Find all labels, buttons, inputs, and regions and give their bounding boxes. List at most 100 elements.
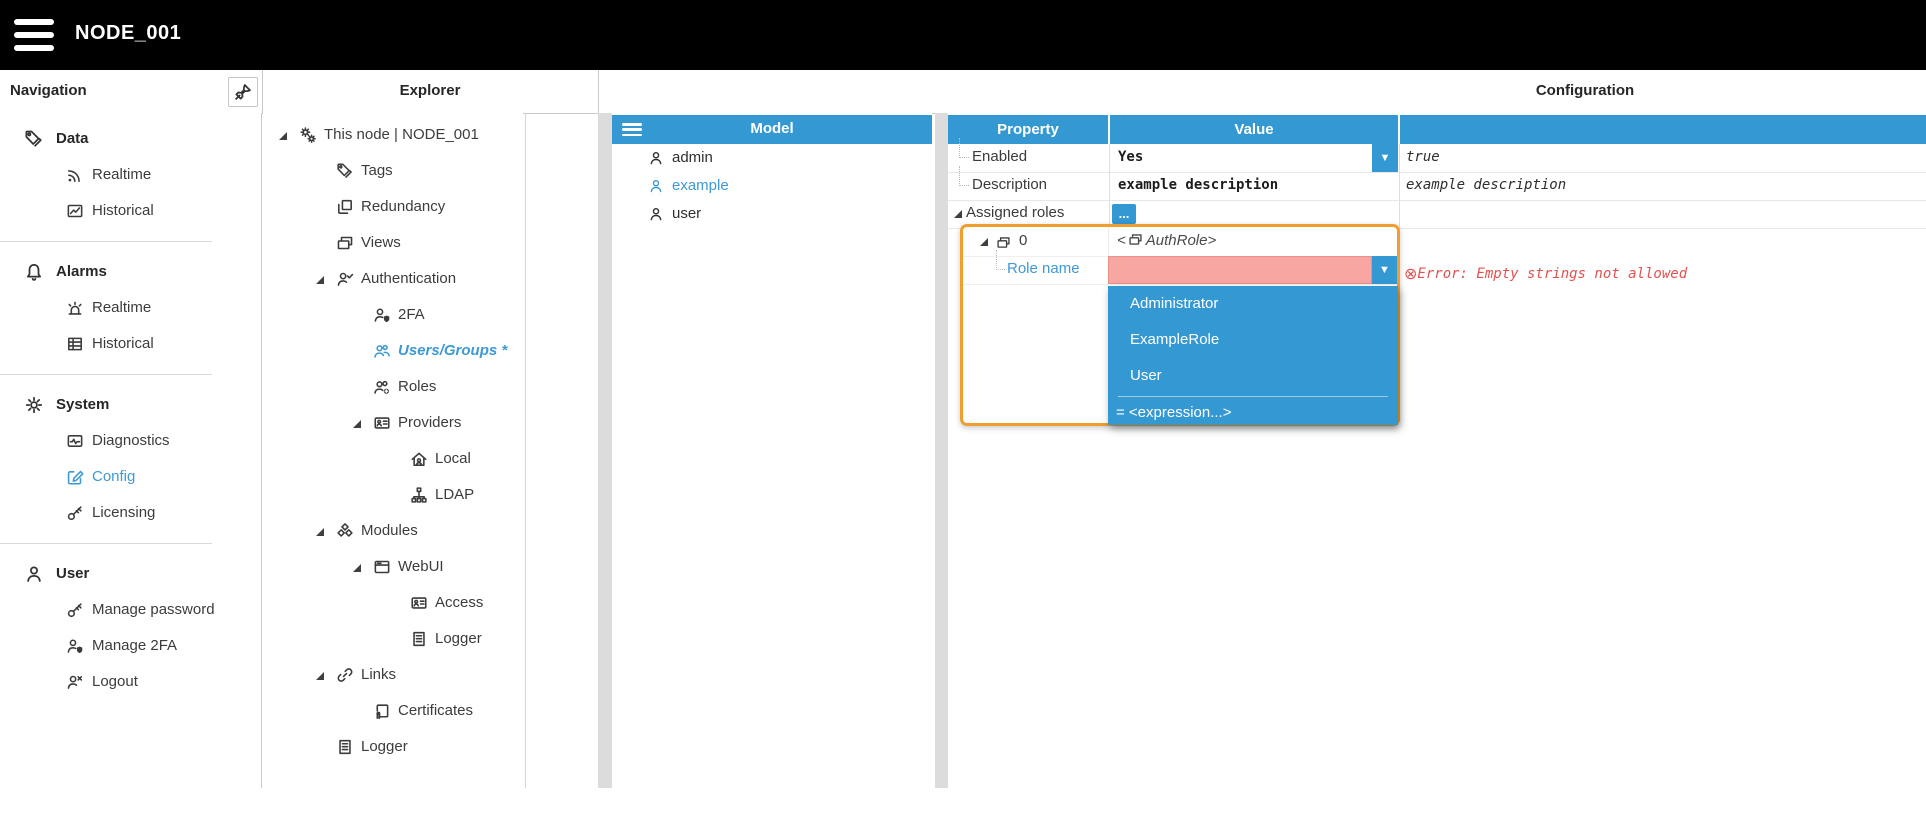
explorer-splitter[interactable] <box>598 113 612 788</box>
tree-guide <box>959 166 969 186</box>
tree-item-local[interactable]: Local <box>263 441 523 477</box>
tree-item-certificates[interactable]: Certificates <box>263 693 523 729</box>
nav-item-config[interactable]: Config <box>0 459 261 495</box>
tree-item-logger[interactable]: Logger <box>263 729 523 765</box>
model-panel-title: Model <box>750 120 794 137</box>
hierarchy-icon <box>410 486 428 504</box>
column-divider <box>1399 144 1400 228</box>
property-column-header: Property <box>948 115 1108 144</box>
tree-item-links[interactable]: Links <box>263 657 523 693</box>
value-dropdown-button[interactable]: ▼ <box>1372 144 1398 172</box>
nav-group-user: User <box>0 556 261 592</box>
model-item-user[interactable]: user <box>612 200 932 228</box>
person-icon <box>648 206 664 222</box>
column-divider <box>1109 144 1110 228</box>
gear-icon <box>24 395 44 415</box>
tree-item-users-groups-[interactable]: Users/Groups * <box>263 333 523 369</box>
role-name-input[interactable] <box>1108 256 1372 284</box>
nav-item-historical[interactable]: Historical <box>0 326 261 362</box>
gears2-icon <box>299 126 317 144</box>
preview-cell: example description <box>1406 177 1567 193</box>
roles-icon <box>373 378 391 396</box>
navigation-panel-title: Navigation <box>10 82 87 99</box>
explorer-panel-title: Explorer <box>399 82 461 99</box>
pin-button[interactable] <box>228 77 258 107</box>
nav-item-manage-2fa[interactable]: Manage 2FA <box>0 628 261 664</box>
assigned-roles-more-button[interactable]: ... <box>1112 204 1136 224</box>
tags-icon <box>336 162 354 180</box>
person-shield-icon <box>66 637 84 655</box>
configuration-panel-title: Configuration <box>1535 82 1635 99</box>
tree-item-this-node-node-001[interactable]: This node | NODE_001 <box>263 117 523 153</box>
tree-item-ldap[interactable]: LDAP <box>263 477 523 513</box>
dropdown-item-examplerole[interactable]: ExampleRole <box>1108 322 1398 358</box>
rss-icon <box>66 166 84 184</box>
nav-item-historical[interactable]: Historical <box>0 193 261 229</box>
role-dropdown: Administrator ExampleRole User = <expressi… <box>1108 286 1398 425</box>
tree-item-redundancy[interactable]: Redundancy <box>263 189 523 225</box>
model-item-example[interactable]: example <box>612 172 932 200</box>
dropdown-item-administrator[interactable]: Administrator <box>1108 286 1398 322</box>
person-check-icon <box>336 270 354 288</box>
tree-item-access[interactable]: Access <box>263 585 523 621</box>
nav-item-diagnostics[interactable]: Diagnostics <box>0 423 261 459</box>
tree-item-modules[interactable]: Modules <box>263 513 523 549</box>
tree-item-providers[interactable]: Providers <box>263 405 523 441</box>
dropdown-item-user[interactable]: User <box>1108 358 1398 394</box>
grid-icon <box>66 335 84 353</box>
value-column-header: Value <box>1110 115 1398 144</box>
model-panel: Model admin example user <box>612 113 932 788</box>
bell-icon <box>24 262 44 282</box>
tree-item-roles[interactable]: Roles <box>263 369 523 405</box>
role-index-row[interactable]: 0 < AuthRole> <box>963 228 1397 257</box>
preview-cell: true <box>1406 149 1440 165</box>
header-divider <box>262 70 263 113</box>
nav-group-system: System <box>0 387 261 423</box>
nav-divider <box>0 531 261 556</box>
value-cell[interactable]: Yes ▼ <box>1110 144 1398 172</box>
model-list: admin example user <box>612 144 932 228</box>
role-name-dropdown-button[interactable]: ▼ <box>1372 256 1397 284</box>
nav-item-realtime[interactable]: Realtime <box>0 290 261 326</box>
link-icon <box>336 666 354 684</box>
nav-item-manage-password[interactable]: Manage password <box>0 592 261 628</box>
expand-triangle-icon[interactable] <box>980 238 988 246</box>
expand-triangle-icon[interactable] <box>316 528 324 536</box>
menu-icon[interactable] <box>14 19 54 52</box>
expand-triangle-icon[interactable] <box>954 210 962 218</box>
preview-column-header <box>1400 115 1926 144</box>
nav-item-licensing[interactable]: Licensing <box>0 495 261 531</box>
nav-item-logout[interactable]: Logout <box>0 664 261 700</box>
expand-triangle-icon[interactable] <box>353 564 361 572</box>
property-cell: Description <box>948 166 1108 200</box>
model-item-admin[interactable]: admin <box>612 144 932 172</box>
key-icon <box>66 504 84 522</box>
property-cell: Enabled <box>948 138 1108 172</box>
config-row-enabled: Enabled Yes ▼ true <box>948 138 1926 173</box>
tree-guide <box>959 138 969 158</box>
pin-icon <box>233 82 253 102</box>
top-bar: NODE_001 <box>0 0 1926 70</box>
expand-triangle-icon[interactable] <box>353 420 361 428</box>
expand-triangle-icon[interactable] <box>279 132 287 140</box>
explorer-right-border <box>525 113 526 788</box>
tree-item-authentication[interactable]: Authentication <box>263 261 523 297</box>
expand-triangle-icon[interactable] <box>316 276 324 284</box>
tree-item-tags[interactable]: Tags <box>263 153 523 189</box>
idcard-icon <box>373 414 391 432</box>
tree-item-logger[interactable]: Logger <box>263 621 523 657</box>
doc-icon <box>410 630 428 648</box>
nav-group-alarms: Alarms <box>0 254 261 290</box>
redundancy-icon <box>336 198 354 216</box>
linechart-icon <box>66 202 84 220</box>
model-splitter[interactable] <box>935 113 948 788</box>
tree-item-webui[interactable]: WebUI <box>263 549 523 585</box>
value-cell[interactable]: example description <box>1110 172 1398 200</box>
tree-item-2fa[interactable]: 2FA <box>263 297 523 333</box>
dropdown-expression-item[interactable]: = <expression...> <box>1108 397 1398 429</box>
tree-item-views[interactable]: Views <box>263 225 523 261</box>
nav-item-realtime[interactable]: Realtime <box>0 157 261 193</box>
expand-triangle-icon[interactable] <box>316 672 324 680</box>
preview-cell <box>1400 200 1926 228</box>
key-icon <box>66 601 84 619</box>
